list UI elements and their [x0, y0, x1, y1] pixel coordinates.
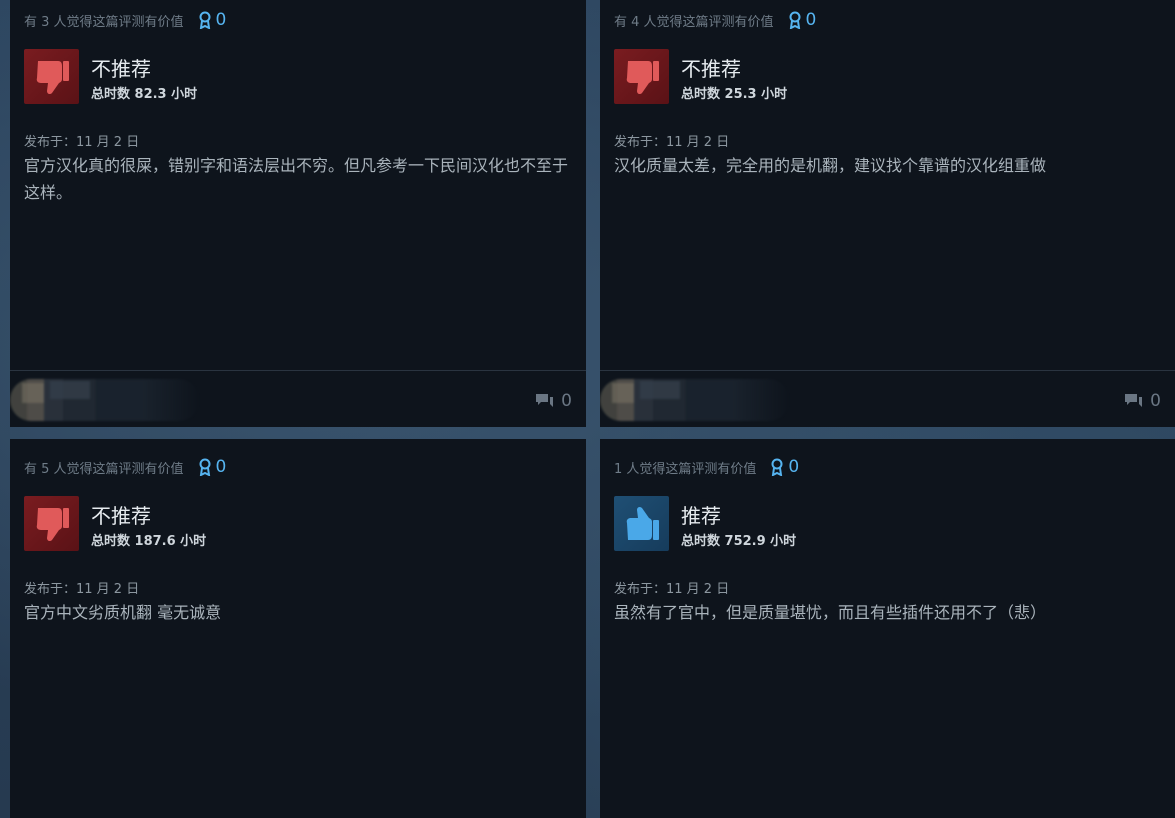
award-button[interactable]: 0 [770, 457, 799, 477]
thumbs-down-icon [614, 49, 669, 104]
verdict-row: 不推荐 总时数 82.3 小时 [24, 49, 197, 104]
award-icon [199, 458, 211, 476]
award-button[interactable]: 0 [198, 457, 227, 477]
posted-date: 发布于：11 月 2 日 [614, 582, 730, 597]
award-icon [771, 458, 783, 476]
thumbs-down-icon [24, 49, 79, 104]
review-text: 官方汉化真的很屎，错别字和语法层出不穷。但凡参考一下民间汉化也不至于这样。 [24, 156, 569, 202]
award-button[interactable]: 0 [788, 10, 817, 30]
comment-count: 0 [1150, 391, 1161, 411]
helpful-count: 有 4 人觉得这篇评测有价值 0 [614, 10, 816, 30]
comments-button[interactable]: 0 [535, 391, 572, 411]
award-count: 0 [788, 457, 800, 477]
helpful-count: 有 3 人觉得这篇评测有价值 0 [24, 10, 226, 30]
comments-button[interactable]: 0 [1124, 391, 1161, 411]
verdict-row: 推荐 总时数 752.9 小时 [614, 496, 796, 551]
award-icon [199, 11, 211, 29]
comment-icon [1125, 394, 1143, 407]
helpful-count: 有 5 人觉得这篇评测有价值 0 [24, 457, 226, 477]
review-text: 官方中文劣质机翻 毫无诚意 [24, 603, 222, 622]
review-card: 有 5 人觉得这篇评测有价值 0 不推荐 总时数 187.6 小时 发布于：11… [10, 439, 586, 818]
helpful-text: 有 4 人觉得这篇评测有价值 [614, 14, 774, 30]
hours-played: 总时数 187.6 小时 [91, 534, 207, 549]
comment-count: 0 [561, 391, 572, 411]
verdict-label: 不推荐 [681, 57, 741, 81]
verdict-label: 不推荐 [91, 504, 151, 528]
helpful-text: 1 人觉得这篇评测有价值 [614, 461, 757, 477]
award-icon [789, 11, 801, 29]
review-footer: 0 [10, 370, 586, 427]
posted-date: 发布于：11 月 2 日 [24, 135, 140, 150]
verdict-label: 推荐 [681, 504, 721, 528]
helpful-text: 有 5 人觉得这篇评测有价值 [24, 461, 184, 477]
thumbs-down-icon [24, 496, 79, 551]
review-footer: 0 [600, 370, 1175, 427]
avatar[interactable] [600, 379, 790, 421]
review-card: 1 人觉得这篇评测有价值 0 推荐 总时数 752.9 小时 发布于：11 月 … [600, 439, 1175, 818]
review-text: 虽然有了官中，但是质量堪忧，而且有些插件还用不了（悲） [614, 603, 1047, 622]
verdict-label: 不推荐 [91, 57, 151, 81]
review-card: 有 3 人觉得这篇评测有价值 0 不推荐 总时数 82.3 小时 发布于：11 … [10, 0, 586, 427]
hours-played: 总时数 752.9 小时 [681, 534, 797, 549]
posted-date: 发布于：11 月 2 日 [614, 135, 730, 150]
verdict-row: 不推荐 总时数 25.3 小时 [614, 49, 787, 104]
thumbs-up-icon [614, 496, 669, 551]
comment-icon [536, 394, 554, 407]
avatar[interactable] [10, 379, 200, 421]
award-count: 0 [215, 457, 227, 477]
award-count: 0 [805, 10, 817, 30]
award-count: 0 [215, 10, 227, 30]
hours-played: 总时数 82.3 小时 [91, 87, 198, 102]
review-card: 有 4 人觉得这篇评测有价值 0 不推荐 总时数 25.3 小时 发布于：11 … [600, 0, 1175, 427]
review-text: 汉化质量太差，完全用的是机翻，建议找个靠谱的汉化组重做 [614, 156, 1047, 175]
award-button[interactable]: 0 [198, 10, 227, 30]
verdict-row: 不推荐 总时数 187.6 小时 [24, 496, 206, 551]
posted-date: 发布于：11 月 2 日 [24, 582, 140, 597]
helpful-count: 1 人觉得这篇评测有价值 0 [614, 457, 799, 477]
helpful-text: 有 3 人觉得这篇评测有价值 [24, 14, 184, 30]
hours-played: 总时数 25.3 小时 [681, 87, 788, 102]
